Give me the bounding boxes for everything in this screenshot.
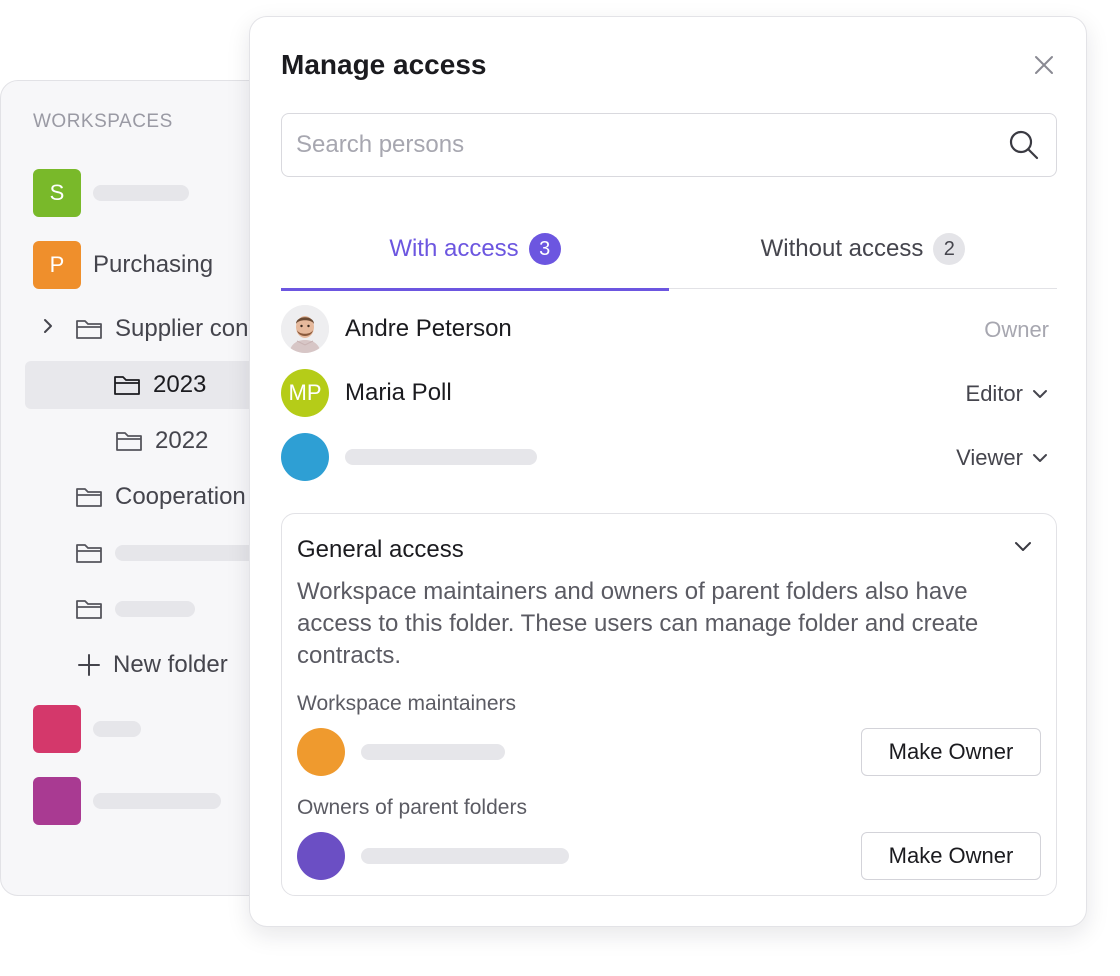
folder-icon: [113, 373, 141, 397]
section-label-maintainers: Workspace maintainers: [297, 692, 517, 715]
access-tabs: With access 3 Without access 2: [281, 225, 1057, 291]
folder-item-supplier[interactable]: Supplier con: [75, 305, 248, 353]
count-badge: 3: [528, 233, 561, 265]
role-dropdown[interactable]: Viewer: [956, 445, 1049, 471]
close-icon[interactable]: [1032, 53, 1056, 77]
workspace-label: Purchasing: [93, 251, 214, 278]
chevron-down-icon: [1031, 385, 1049, 403]
folder-name-placeholder: [115, 601, 195, 617]
general-access-description: Workspace maintainers and owners of pare…: [297, 578, 979, 669]
avatar: [297, 728, 345, 776]
person-name: Andre Peterson: [345, 315, 512, 342]
folder-name-placeholder: [115, 545, 265, 561]
avatar: [281, 305, 329, 353]
person-name-placeholder: [361, 744, 505, 760]
avatar: [281, 433, 329, 481]
workspace-badge: [33, 777, 81, 825]
folder-label: Supplier con: [115, 315, 249, 342]
workspace-badge: P: [33, 241, 81, 289]
avatar: MP: [281, 369, 329, 417]
tab-with-access[interactable]: With access 3: [281, 225, 669, 291]
general-access-card: General access Workspace maintainers and…: [281, 513, 1057, 896]
folder-item-cooperation[interactable]: Cooperation: [75, 473, 246, 521]
search-field: [281, 113, 1057, 177]
folder-item-2022[interactable]: 2022: [115, 417, 208, 465]
sidebar-heading: WORKSPACES: [33, 111, 173, 132]
workspace-item-purchasing[interactable]: P Purchasing: [33, 241, 213, 289]
folder-label: Cooperation: [115, 483, 246, 510]
workspace-name-placeholder: [93, 793, 221, 809]
person-row: Viewer: [281, 433, 1057, 481]
role-dropdown[interactable]: Editor: [966, 381, 1049, 407]
section-label-parent-owners: Owners of parent folders: [297, 796, 527, 819]
tab-label: Without access: [760, 235, 924, 262]
new-folder-button[interactable]: New folder: [77, 641, 228, 689]
plus-icon: [77, 653, 101, 677]
role-text: Owner: [984, 317, 1049, 342]
new-folder-label: New folder: [113, 651, 228, 678]
search-icon[interactable]: [1008, 129, 1040, 161]
parent-owner-row: Make Owner: [297, 832, 1041, 880]
tab-without-access[interactable]: Without access 2: [669, 225, 1057, 289]
workspace-name-placeholder: [93, 185, 189, 201]
count-badge: 2: [933, 233, 966, 265]
person-name-placeholder: [345, 449, 537, 465]
search-input[interactable]: [296, 114, 986, 175]
person-name-placeholder: [361, 848, 569, 864]
make-owner-button[interactable]: Make Owner: [861, 728, 1041, 776]
folder-icon: [75, 597, 103, 621]
workspace-sidebar: WORKSPACES S P Purchasing Supplier con 2…: [0, 80, 290, 896]
workspace-item-s[interactable]: S: [33, 169, 189, 217]
folder-label: 2023: [153, 371, 207, 398]
make-owner-button[interactable]: Make Owner: [861, 832, 1041, 880]
folder-label: 2022: [155, 427, 209, 454]
person-row: MP Maria Poll Editor: [281, 369, 1057, 417]
workspace-name-placeholder: [93, 721, 141, 737]
person-row: Andre Peterson Owner: [281, 305, 1057, 353]
tab-label: With access: [389, 235, 519, 262]
folder-icon: [75, 541, 103, 565]
folder-icon: [75, 317, 103, 341]
role-text: Editor: [965, 381, 1023, 406]
person-name: Maria Poll: [345, 379, 452, 406]
role-text: Viewer: [956, 445, 1023, 470]
folder-item-placeholder[interactable]: [75, 585, 195, 633]
chevron-down-icon[interactable]: [1013, 536, 1033, 556]
workspace-badge: S: [33, 169, 81, 217]
folder-item-placeholder[interactable]: [75, 529, 265, 577]
maintainer-row: Make Owner: [297, 728, 1041, 776]
chevron-right-icon[interactable]: [39, 317, 57, 335]
dialog-title: Manage access: [281, 49, 487, 80]
workspace-item-pink[interactable]: [33, 705, 141, 753]
manage-access-dialog: Manage access With access 3 Without acce…: [249, 16, 1087, 927]
chevron-down-icon: [1031, 449, 1049, 467]
role-label: Owner: [984, 317, 1049, 343]
workspace-item-purple[interactable]: [33, 777, 221, 825]
folder-icon: [115, 429, 143, 453]
folder-icon: [75, 485, 103, 509]
general-access-title: General access: [297, 536, 464, 563]
workspace-badge: [33, 705, 81, 753]
avatar: [297, 832, 345, 880]
